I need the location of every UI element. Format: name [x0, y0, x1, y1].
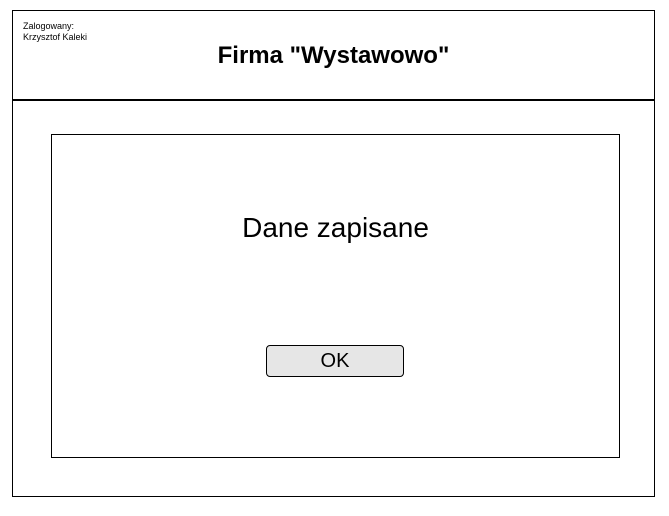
confirmation-dialog: Dane zapisane OK [51, 134, 620, 458]
header: Zalogowany: Krzysztof Kaleki Firma "Wyst… [13, 11, 654, 101]
dialog-message: Dane zapisane [242, 212, 429, 243]
page-title: Firma "Wystawowo" [217, 42, 450, 69]
ok-button[interactable]: OK [266, 345, 404, 377]
logged-in-label: Zalogowany: [23, 21, 75, 31]
app-window: Zalogowany: Krzysztof Kaleki Firma "Wyst… [12, 10, 655, 497]
